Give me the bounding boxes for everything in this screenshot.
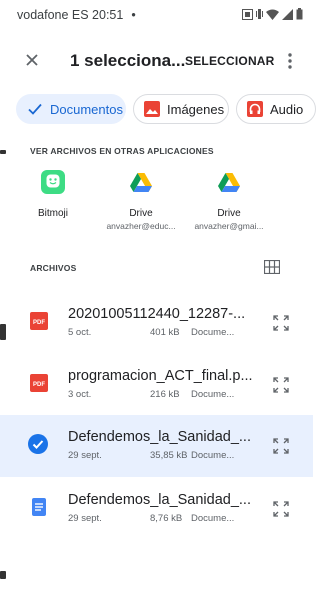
app-photos[interactable]: Fo [268,170,313,219]
page-title: 1 selecciona... [70,51,186,70]
photos-icon [311,170,313,194]
close-icon[interactable] [20,48,44,72]
chip-imagenes[interactable]: Imágenes [133,94,229,124]
app-photos-inner: Fo [278,170,313,219]
file-meta: 29 sept. 35,85 kB Docume... [68,450,234,461]
file-meta: 3 oct. 216 kB Docume... [68,389,234,400]
status-icons [242,8,303,20]
files-header: ARCHIVOS [30,263,77,273]
file-type: Docume... [191,327,235,338]
status-bar: vodafone ES 20:51 • [0,0,313,30]
file-name: Defendemos_la_Sanidad_... [68,492,251,508]
file-date: 29 sept. [68,513,102,524]
app-account: anvazher@educ... [106,221,176,231]
app-bitmoji[interactable]: Bitmoji [8,170,98,221]
edge-mark [0,571,6,579]
filter-chips: Documentos Imágenes Audio [0,94,316,126]
headphones-icon [247,101,263,117]
file-date: 29 sept. [68,450,102,461]
file-name: Defendemos_la_Sanidad_... [68,429,251,445]
file-row[interactable]: PDF 20201005112440_12287-... 5 oct. 401 … [0,292,313,354]
battery-icon [296,8,303,20]
app-name: Fo [278,208,313,219]
app-name: Drive [129,208,153,219]
file-meta: 29 sept. 8,76 kB Docume... [68,513,234,524]
file-meta: 5 oct. 401 kB Docume... [68,327,234,338]
file-row-selected[interactable]: Defendemos_la_Sanidad_... 29 sept. 35,85… [0,415,313,477]
file-size: 8,76 kB [150,513,183,524]
other-apps-header: VER ARCHIVOS EN OTRAS APLICACIONES [30,146,214,156]
file-type: Docume... [191,389,235,400]
pdf-icon: PDF [30,374,48,392]
app-account: anvazher@gmai... [194,221,264,231]
chip-label: Documentos [50,101,123,117]
chip-label: Imágenes [167,101,225,117]
file-type: Docume... [191,450,235,461]
file-row[interactable]: PDF programacion_ACT_final.p... 3 oct. 2… [0,354,313,416]
file-size: 401 kB [150,327,180,338]
more-vert-icon[interactable] [282,50,298,72]
vibrate-icon [256,9,263,19]
grid-view-icon[interactable] [264,260,280,274]
chip-audio[interactable]: Audio [236,94,316,124]
notification-dot: • [131,8,136,22]
app-name: Drive [217,208,241,219]
file-type: Docume... [191,513,235,524]
svg-text:PDF: PDF [33,382,45,388]
signal-icon [282,8,293,20]
app-drive-educ[interactable]: Drive anvazher@educ... [96,170,186,231]
doc-icon [32,498,46,516]
app-name: Bitmoji [37,208,68,219]
expand-icon[interactable] [272,437,290,455]
file-size: 35,85 kB [150,450,188,461]
file-name: programacion_ACT_final.p... [68,368,253,384]
edge-mark [0,324,6,340]
check-icon [28,103,42,115]
edge-mark [0,150,6,154]
nfc-icon [242,8,253,20]
chip-documentos[interactable]: Documentos [16,94,126,124]
drive-icon [130,173,152,192]
select-button[interactable]: SELECCIONAR [185,54,275,68]
file-size: 216 kB [150,389,180,400]
file-row[interactable]: Defendemos_la_Sanidad_... 29 sept. 8,76 … [0,478,313,540]
file-date: 5 oct. [68,327,92,338]
other-apps-list: Bitmoji Drive anvazher@educ... Drive anv… [0,170,313,240]
wifi-icon [266,9,279,20]
expand-icon[interactable] [272,376,290,394]
check-circle-icon [28,434,48,454]
app-bar: 1 selecciona... SELECCIONAR [0,40,313,80]
svg-text:PDF: PDF [33,320,45,326]
app-drive-gmail[interactable]: Drive anvazher@gmai... [184,170,274,231]
image-icon [144,101,160,117]
expand-icon[interactable] [272,500,290,518]
expand-icon[interactable] [272,314,290,332]
bitmoji-icon [41,170,65,194]
chip-label: Audio [270,101,304,117]
carrier-time: vodafone ES 20:51 [17,8,124,22]
file-date: 3 oct. [68,389,92,400]
file-name: 20201005112440_12287-... [68,306,246,322]
drive-icon [218,173,240,192]
pdf-icon: PDF [30,312,48,330]
status-left: vodafone ES 20:51 • [17,8,136,22]
